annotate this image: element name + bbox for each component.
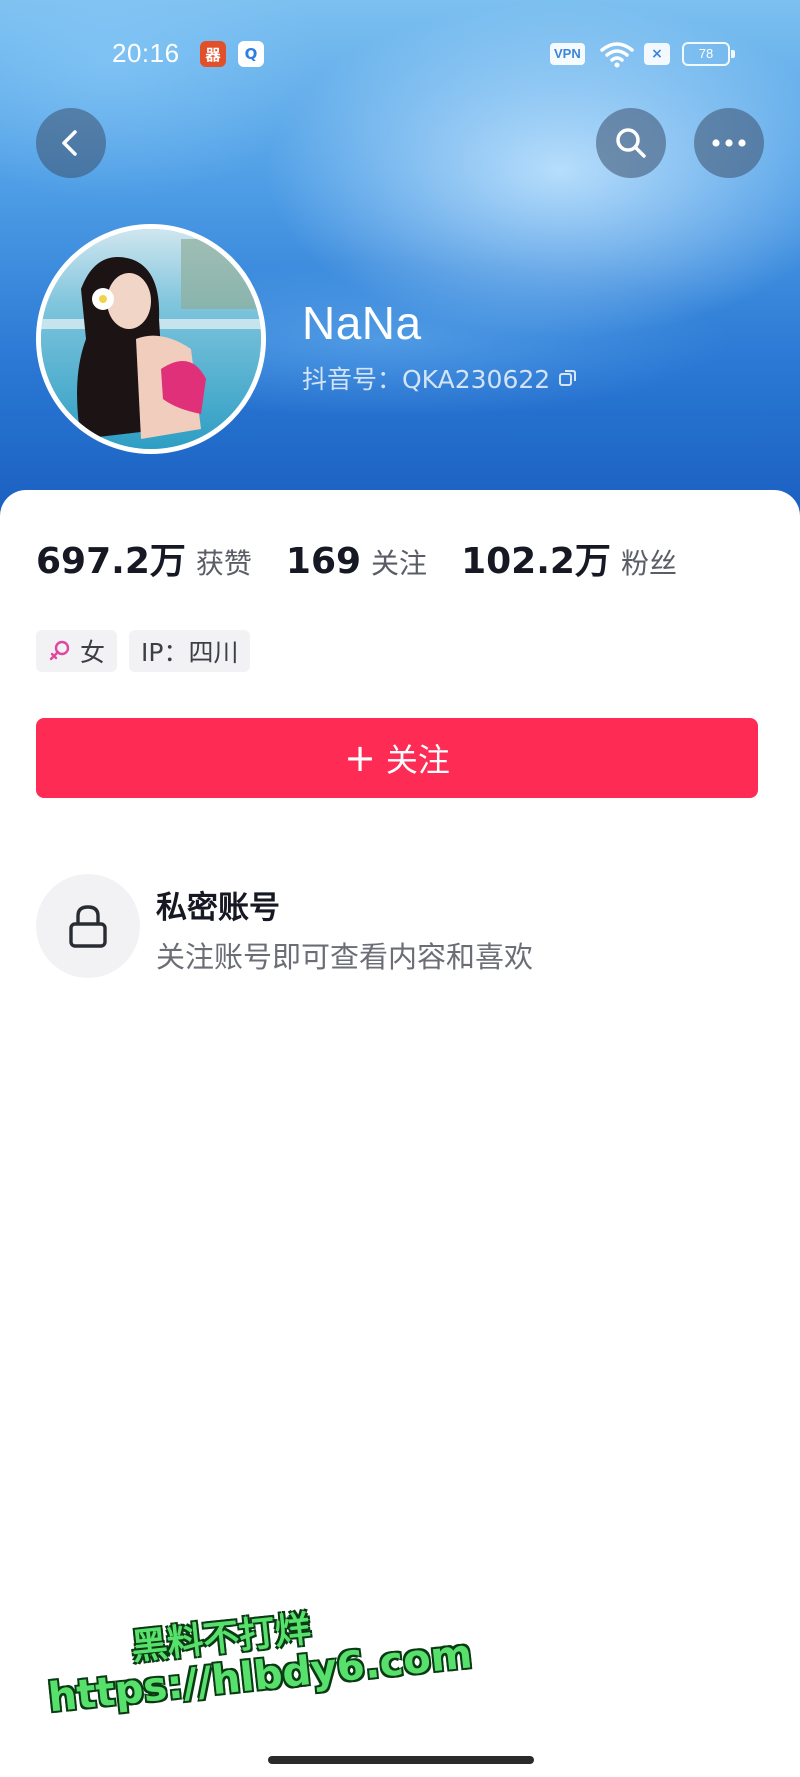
followers-label: 粉丝: [620, 547, 677, 580]
private-account-notice: 私密账号 关注账号即可查看内容和喜欢: [36, 874, 766, 978]
female-icon: [49, 640, 70, 661]
private-account-description: 关注账号即可查看内容和喜欢: [156, 940, 534, 974]
profile-tags: 女 IP：四川: [36, 630, 262, 672]
sim-off-icon: ×: [644, 43, 670, 65]
follow-button[interactable]: + 关注: [36, 718, 758, 798]
stat-following[interactable]: 169 关注: [286, 541, 427, 582]
ip-location-tag: IP：四川: [129, 630, 251, 672]
avatar[interactable]: [36, 224, 266, 454]
home-indicator[interactable]: [268, 1756, 534, 1764]
profile-card: [0, 490, 800, 1777]
more-button[interactable]: [694, 108, 764, 178]
douyin-id-text: 抖音号：QKA230622: [302, 365, 551, 394]
ip-location-text: IP：四川: [141, 638, 239, 667]
status-time: 20:16: [112, 38, 180, 68]
following-count: 169: [285, 541, 362, 582]
copy-icon[interactable]: [558, 368, 578, 388]
lock-icon: [69, 905, 107, 948]
likes-count: 697.2万: [36, 541, 186, 582]
back-button[interactable]: [36, 108, 106, 178]
followers-count: 102.2万: [461, 541, 611, 582]
stats-row: 697.2万 获赞 169 关注 102.2万 粉丝: [36, 532, 711, 584]
notification-app-icon: 器: [200, 41, 226, 67]
stat-likes[interactable]: 697.2万 获赞: [36, 532, 252, 584]
stat-followers[interactable]: 102.2万 粉丝: [461, 532, 677, 584]
private-account-title: 私密账号: [156, 890, 280, 926]
gender-tag: 女: [36, 630, 118, 672]
douyin-id[interactable]: 抖音号：QKA230622: [302, 360, 578, 396]
nickname: NaNa: [302, 297, 422, 349]
more-dots-icon: [712, 139, 746, 147]
avatar-photo: [41, 229, 261, 449]
search-icon: [616, 128, 646, 158]
lock-badge: [36, 874, 140, 978]
likes-label: 获赞: [195, 547, 252, 580]
gender-text: 女: [80, 638, 106, 667]
chevron-left-icon: [62, 130, 77, 156]
vpn-icon: VPN: [550, 43, 585, 65]
battery-icon: 78: [682, 42, 735, 66]
notification-search-app-icon: Q: [238, 41, 264, 67]
status-bar: 20:16 器 Q VPN × 78: [0, 0, 800, 108]
following-label: 关注: [371, 547, 428, 580]
follow-button-label: 关注: [385, 741, 450, 779]
search-button[interactable]: [596, 108, 666, 178]
plus-icon: +: [344, 736, 376, 780]
wifi-icon: [600, 42, 634, 68]
